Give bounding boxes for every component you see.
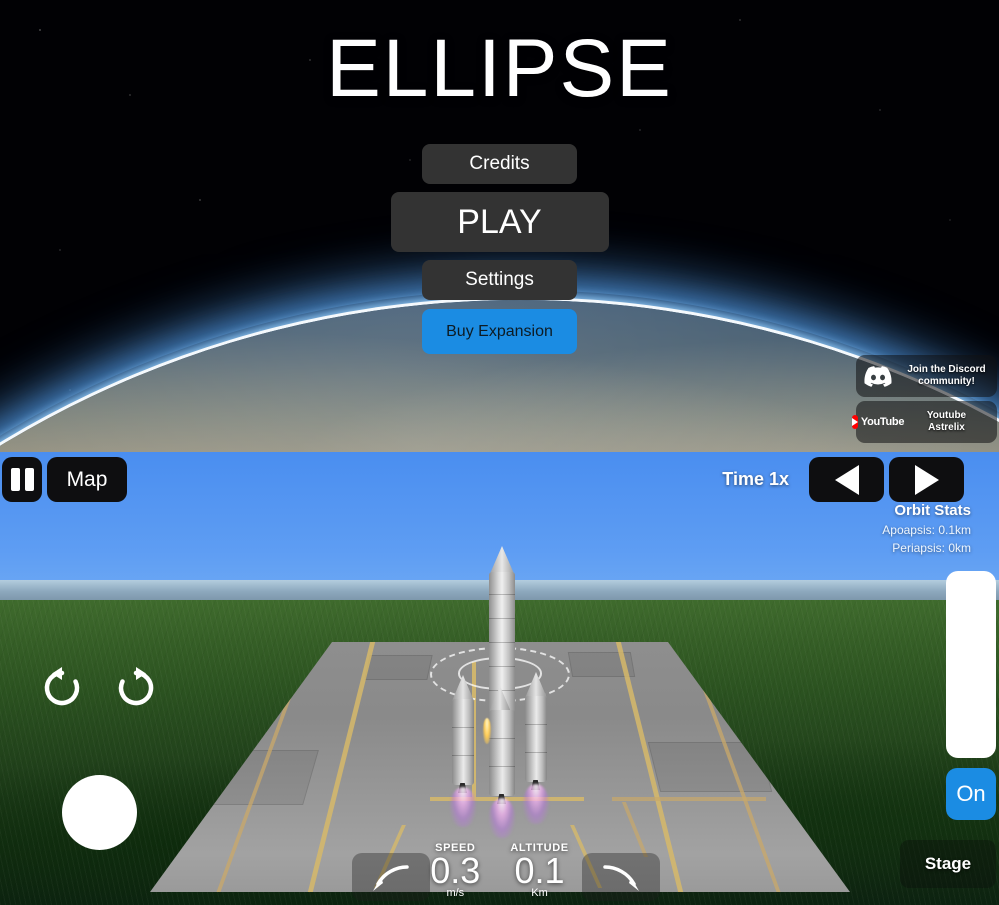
stage-button[interactable]: Stage (900, 840, 996, 888)
turn-left-icon (373, 865, 409, 891)
page-title: ELLIPSE (326, 23, 673, 114)
youtube-icon: YouTube (851, 415, 904, 429)
discord-link-label: Join the Discord community! (900, 364, 997, 388)
game-screen: ELLIPSE Credits PLAY Settings Buy Expans… (0, 0, 999, 905)
map-button[interactable]: Map (47, 457, 127, 502)
youtube-brand-label: YouTube (860, 416, 905, 428)
booster-nose-left (452, 675, 474, 701)
main-menu-buttons: Credits PLAY Settings Buy Expansion (0, 144, 999, 354)
discord-label-line1: Join the Discord (907, 364, 986, 375)
triangle-right-icon (914, 464, 939, 495)
social-links: Join the Discord community! YouTube Yout… (851, 355, 997, 443)
rotate-counterclockwise-button[interactable] (38, 664, 86, 712)
rotate-clockwise-icon (118, 667, 154, 706)
youtube-link-label: Youtube Astrelix (900, 410, 997, 434)
discord-label-line2: community! (918, 376, 975, 387)
pause-icon (10, 468, 34, 491)
rotate-clockwise-button[interactable] (112, 664, 160, 712)
time-increase-button[interactable] (889, 457, 964, 502)
booster-left (452, 699, 474, 785)
time-warp-label: Time 1x (722, 469, 789, 489)
rotate-counterclockwise-icon (44, 667, 80, 706)
engine-flame (483, 718, 491, 744)
credits-button[interactable]: Credits (422, 144, 577, 184)
booster-right (525, 696, 547, 782)
booster-center (489, 710, 515, 796)
translation-joystick[interactable] (62, 775, 137, 850)
exhaust-plume-left (450, 787, 476, 827)
buy-expansion-button[interactable]: Buy Expansion (422, 309, 577, 354)
turn-right-button[interactable] (582, 853, 660, 901)
rocket-vehicle (425, 546, 585, 838)
periapsis-value: Periapsis: 0km (892, 541, 971, 555)
orbit-stats-panel: Orbit Stats Apoapsis: 0.1km Periapsis: 0… (882, 502, 971, 555)
booster-nose-right (525, 672, 547, 698)
youtube-link[interactable]: YouTube Youtube Astrelix (851, 401, 997, 443)
youtube-play-badge (851, 415, 858, 429)
turn-left-button[interactable] (352, 853, 430, 901)
exhaust-plume-center (489, 798, 515, 838)
triangle-left-icon (834, 464, 859, 495)
orbit-stats-title: Orbit Stats (894, 502, 971, 519)
settings-button[interactable]: Settings (422, 260, 577, 300)
turn-right-icon (603, 865, 639, 891)
exhaust-plume-right (523, 784, 549, 824)
main-menu-panel: ELLIPSE Credits PLAY Settings Buy Expans… (0, 0, 999, 452)
throttle-slider[interactable] (946, 571, 996, 758)
flight-view: Map Time 1x Orbit Stats Apoapsis: 0.1km … (0, 452, 999, 905)
apoapsis-value: Apoapsis: 0.1km (882, 523, 971, 537)
pause-button[interactable] (2, 457, 42, 502)
youtube-label-line2: Astrelix (928, 422, 965, 433)
discord-link[interactable]: Join the Discord community! (856, 355, 997, 397)
rcs-toggle-button[interactable]: On (946, 768, 996, 820)
time-decrease-button[interactable] (809, 457, 884, 502)
discord-icon (856, 365, 900, 387)
play-button[interactable]: PLAY (390, 192, 609, 252)
youtube-label-line1: Youtube (926, 410, 967, 421)
